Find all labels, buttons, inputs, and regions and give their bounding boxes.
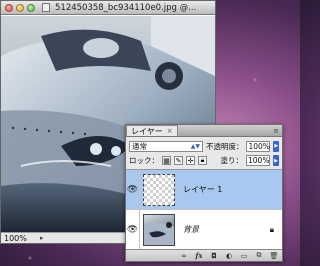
fx-icon[interactable]: fx bbox=[194, 251, 204, 260]
lock-image-pixels-icon[interactable]: ✎ bbox=[174, 156, 183, 165]
document-title: 512450358_bc934110e0.jpg @... bbox=[55, 2, 197, 13]
opacity-label: 不透明度： bbox=[205, 141, 244, 151]
visibility-eye-icon[interactable]: 👁︎ bbox=[126, 209, 140, 250]
status-menu-arrow-icon[interactable]: ▸ bbox=[40, 234, 44, 242]
lock-position-icon[interactable]: ✛ bbox=[186, 156, 195, 165]
tab-layers-label: レイヤー bbox=[131, 126, 163, 136]
visibility-eye-icon[interactable]: 👁︎ bbox=[126, 169, 140, 210]
panel-header[interactable]: レイヤー × ≡ bbox=[126, 125, 282, 137]
tab-layers[interactable]: レイヤー × bbox=[126, 125, 178, 136]
thumbnail-car-graphic bbox=[144, 221, 174, 245]
layer-lock-icon: 🔒︎ bbox=[269, 224, 274, 234]
panel-menu-icon[interactable]: ≡ bbox=[273, 127, 279, 135]
layer-name[interactable]: レイヤー 1 bbox=[183, 184, 222, 195]
document-icon bbox=[42, 3, 50, 12]
layer-row[interactable]: 👁︎ 背景 🔒︎ bbox=[126, 209, 282, 250]
layer-name[interactable]: 背景 bbox=[183, 224, 199, 235]
link-icon[interactable]: ∞ bbox=[179, 251, 189, 260]
layers-panel[interactable]: レイヤー × ≡ 通常 ▲▼ 不透明度： 100% ▶ ロック： ▦ ✎ ✛ 🔒… bbox=[125, 124, 283, 262]
trash-icon[interactable]: 🗑︎ bbox=[269, 251, 279, 260]
zoom-level-field[interactable]: 100% bbox=[4, 234, 34, 243]
blend-mode-select[interactable]: 通常 ▲▼ bbox=[129, 140, 203, 152]
blend-row: 通常 ▲▼ 不透明度： 100% ▶ bbox=[126, 138, 282, 154]
new-layer-icon[interactable]: ⧉ bbox=[254, 251, 264, 260]
lock-all-icon[interactable]: 🔒︎ bbox=[198, 156, 207, 165]
tab-close-icon[interactable]: × bbox=[167, 127, 173, 135]
layer-row[interactable]: 👁︎ レイヤー 1 bbox=[126, 169, 282, 210]
layer-thumbnail bbox=[143, 213, 175, 246]
lock-transparency-icon[interactable]: ▦ bbox=[162, 156, 171, 165]
close-window-button[interactable] bbox=[5, 3, 13, 12]
blend-mode-value: 通常 bbox=[132, 141, 147, 151]
opacity-slider-arrow-icon[interactable]: ▶ bbox=[273, 140, 279, 152]
opacity-field[interactable]: 100% bbox=[246, 140, 271, 152]
layers-list: 👁︎ レイヤー 1 👁︎ 背景 🔒︎ bbox=[126, 169, 282, 251]
minimize-window-button[interactable] bbox=[16, 3, 24, 12]
fill-label: 塗り： bbox=[220, 156, 244, 165]
adjustment-icon[interactable]: ◐ bbox=[224, 251, 234, 260]
chevron-updown-icon: ▲▼ bbox=[190, 142, 200, 150]
fill-field[interactable]: 100% bbox=[246, 155, 270, 166]
layer-thumbnail bbox=[143, 173, 175, 206]
group-folder-icon[interactable]: ▭ bbox=[239, 251, 249, 260]
lock-row: ロック： ▦ ✎ ✛ 🔒︎ 塗り： 100% ▶ bbox=[126, 154, 282, 167]
fill-slider-arrow-icon[interactable]: ▶ bbox=[273, 155, 279, 166]
zoom-window-button[interactable] bbox=[27, 3, 35, 12]
document-titlebar[interactable]: 512450358_bc934110e0.jpg @... bbox=[1, 1, 215, 15]
lock-label: ロック： bbox=[129, 156, 159, 165]
panel-footer: ∞ fx ◘ ◐ ▭ ⧉ 🗑︎ bbox=[126, 249, 282, 261]
mask-icon[interactable]: ◘ bbox=[209, 251, 219, 260]
